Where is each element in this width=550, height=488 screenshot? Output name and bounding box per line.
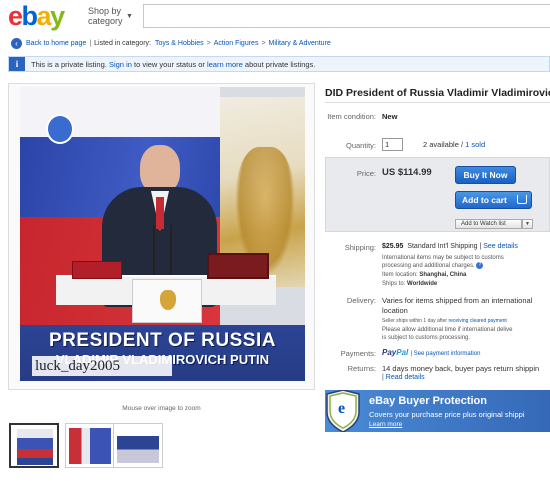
- ships-to: Ships to: Worldwide: [382, 280, 437, 288]
- delivery-allow-1: Please allow additional time if internat…: [382, 327, 513, 333]
- delivery-label: Delivery:: [346, 296, 376, 305]
- logo-letter-a: a: [36, 1, 52, 31]
- seller-ships-note: Seller ships within 1 day after receivin…: [382, 317, 507, 325]
- ebay-logo[interactable]: ebay: [8, 1, 65, 31]
- shipping-label: Shipping:: [344, 243, 376, 252]
- buyer-protection-banner[interactable]: e eBay Buyer Protection Covers your purc…: [325, 390, 550, 432]
- breadcrumb-action-figures[interactable]: Action Figures: [214, 40, 259, 47]
- medal-case: [207, 253, 269, 279]
- breadcrumb-toys-hobbies[interactable]: Toys & Hobbies: [155, 40, 204, 47]
- shop-by-label: Shop by: [88, 6, 122, 16]
- availability: 2 available / 1 sold: [423, 140, 486, 149]
- breadcrumb: ‹ Back to home page | Listed in category…: [11, 37, 331, 49]
- paypal-pay: Pay: [382, 348, 397, 357]
- watermark: luck_day2005: [32, 356, 172, 376]
- ships-to-value: Worldwide: [407, 281, 438, 287]
- available-count: 2 available: [423, 140, 459, 149]
- shipping-details-link[interactable]: See details: [483, 243, 518, 250]
- item-title: DID President of Russia Vladimir Vladimi…: [325, 87, 550, 99]
- header: ebay Shop by category ▼: [0, 0, 550, 32]
- location-label: Item location:: [382, 272, 418, 278]
- condition-label-text: Item condition:: [327, 112, 376, 121]
- returns-details: | Read details: [382, 374, 425, 381]
- add-to-cart-label: Add to cart: [462, 195, 507, 205]
- payments-label: Payments:: [340, 349, 376, 358]
- customs-note-2-text: processing and additional charges.: [382, 263, 475, 270]
- item-location: Item location: Shanghai, China: [382, 271, 466, 279]
- condition-label: Item condition:: [324, 112, 376, 121]
- zoom-hint: Mouse over image to zoom: [122, 405, 201, 412]
- paypal-logo: PayPal | See payment information: [382, 348, 481, 357]
- notice-suffix: about private listings.: [244, 59, 316, 69]
- sign-in-link[interactable]: Sign in: [109, 60, 132, 69]
- notice-middle: to view your status or: [134, 59, 205, 69]
- shipping-info: $25.95 Standard Int'l Shipping | See det…: [382, 243, 518, 250]
- figure-tie: [156, 197, 164, 229]
- add-to-watch-list-button[interactable]: Add to Watch list: [455, 219, 522, 229]
- cleared-payment-link[interactable]: receiving cleared payment: [448, 318, 506, 324]
- quantity-label: Quantity:: [345, 141, 376, 150]
- delivery-line1: Varies for items shipped from an interna…: [382, 296, 533, 305]
- shield-e-icon: e: [338, 400, 346, 417]
- category-label: category: [88, 16, 123, 26]
- customs-note-2: processing and additional charges. ?: [382, 262, 484, 270]
- price-value: US $114.99: [382, 167, 432, 178]
- search-input[interactable]: [143, 4, 550, 28]
- shipping-service: Standard Int'l Shipping: [407, 243, 478, 250]
- main-image[interactable]: PRESIDENT OF RUSSIA VLADIMIR VLADIMIROVI…: [8, 83, 315, 390]
- brand-badge-icon: [46, 114, 74, 144]
- thumbnail-1[interactable]: [9, 423, 59, 468]
- thumbnail-3[interactable]: [113, 423, 163, 468]
- customs-note-1: International items may be subject to cu…: [382, 255, 504, 261]
- back-to-home-link[interactable]: Back to home page: [26, 40, 86, 47]
- info-icon: i: [9, 57, 25, 71]
- ships-to-label: Ships to:: [382, 281, 406, 287]
- cart-icon: [517, 195, 527, 204]
- separator: |: [89, 39, 92, 47]
- separator: >: [206, 39, 211, 47]
- separator: >: [261, 39, 266, 47]
- learn-more-link[interactable]: learn more: [207, 60, 243, 69]
- logo-letter-y: y: [50, 1, 65, 31]
- seller-ships-text: Seller ships within 1 day after: [382, 318, 448, 324]
- buy-it-now-button[interactable]: Buy It Now: [455, 166, 516, 184]
- breadcrumb-military-adventure[interactable]: Military & Adventure: [269, 40, 331, 47]
- protection-subtitle: Covers your purchase price plus original…: [369, 410, 525, 419]
- help-icon[interactable]: ?: [476, 262, 484, 269]
- box-title-line1: PRESIDENT OF RUSSIA: [49, 330, 276, 351]
- add-to-cart-button[interactable]: Add to cart: [455, 191, 532, 209]
- location-value: Shanghai, China: [419, 272, 467, 278]
- product-box-photo: PRESIDENT OF RUSSIA VLADIMIR VLADIMIROVI…: [20, 87, 305, 381]
- returns-label: Returns:: [347, 364, 376, 373]
- listed-in-label: Listed in category:: [94, 39, 151, 47]
- crest-icon: [160, 290, 176, 310]
- shipping-cost: $25.95: [382, 243, 404, 250]
- condition-value: New: [382, 112, 398, 121]
- returns-text: 14 days money back, buyer pays return sh…: [382, 364, 540, 373]
- divider: [325, 102, 550, 103]
- price-label: Price:: [356, 169, 376, 178]
- sold-link[interactable]: 1 sold: [465, 140, 485, 149]
- thumbnail-2[interactable]: [65, 423, 115, 468]
- payment-info-link[interactable]: See payment information: [414, 351, 481, 357]
- private-listing-notice: i This is a private listing. Sign in to …: [8, 56, 550, 72]
- logo-letter-e: e: [8, 1, 23, 31]
- quantity-input[interactable]: 1: [382, 138, 403, 151]
- delivery-allow-2: is subject to customs processing.: [382, 335, 471, 341]
- notice-prefix: This is a private listing.: [31, 59, 107, 69]
- chevron-down-icon[interactable]: ▼: [126, 13, 133, 20]
- read-details-link[interactable]: Read details: [386, 374, 425, 381]
- protection-title: eBay Buyer Protection: [369, 395, 487, 407]
- protection-learn-more-link[interactable]: Learn more: [369, 421, 402, 428]
- figure-head: [140, 145, 180, 193]
- back-arrow-icon[interactable]: ‹: [11, 37, 22, 49]
- shop-by-category-button[interactable]: Shop by category: [88, 6, 123, 26]
- paypal-pal: Pal: [396, 348, 409, 357]
- delivery-line2: location: [382, 306, 408, 315]
- logo-letter-b: b: [21, 1, 39, 31]
- red-folder: [72, 261, 122, 279]
- watch-dropdown-chevron-icon[interactable]: ▼: [522, 219, 533, 229]
